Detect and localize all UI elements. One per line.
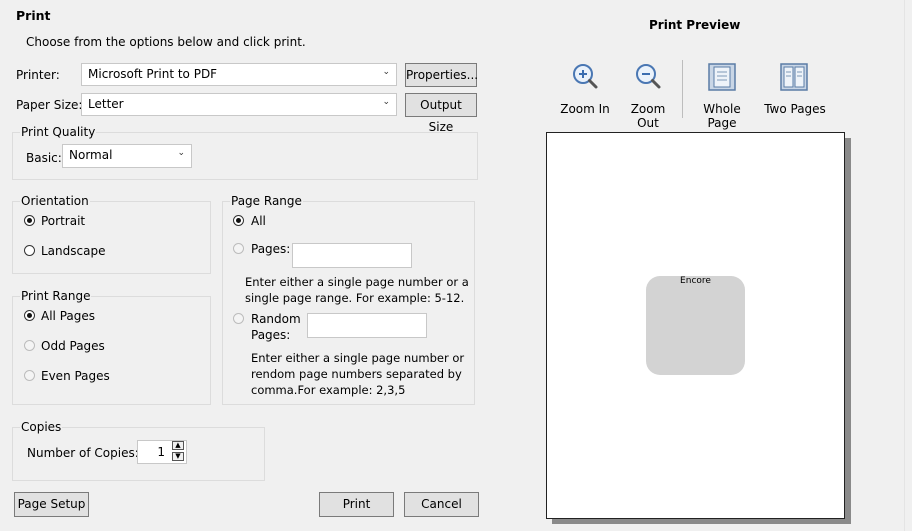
properties-button[interactable]: Properties...: [405, 63, 478, 87]
printer-value: Microsoft Print to PDF: [88, 67, 218, 81]
page-range-pages-label[interactable]: Pages:: [251, 242, 290, 256]
printer-select[interactable]: Microsoft Print to PDF ⌄: [81, 63, 397, 86]
landscape-radio[interactable]: [24, 245, 35, 256]
portrait-label[interactable]: Portrait: [41, 214, 85, 228]
page-range-title: Page Range: [230, 194, 303, 208]
window-edge: [904, 0, 912, 531]
page-range-pages-radio[interactable]: [233, 243, 244, 254]
random-pages-label-1[interactable]: Random: [251, 312, 301, 326]
cancel-button[interactable]: Cancel: [404, 492, 479, 517]
portrait-radio[interactable]: [24, 215, 35, 226]
two-pages-icon[interactable]: [779, 62, 809, 92]
spin-down-icon[interactable]: ▼: [172, 452, 184, 461]
random-hint-line-2: rendom page numbers separated by: [251, 367, 462, 381]
print-quality-title: Print Quality: [20, 125, 97, 139]
paper-size-select[interactable]: Letter ⌄: [81, 93, 397, 116]
zoom-out-label[interactable]: Zoom Out: [618, 102, 678, 130]
pages-hint-line-2: single page range. For example: 5-12.: [245, 291, 465, 305]
two-pages-label[interactable]: Two Pages: [762, 102, 828, 116]
quality-basic-label: Basic:: [26, 151, 62, 165]
random-hint-line-3: comma.For example: 2,3,5: [251, 383, 406, 397]
output-size-button[interactable]: Output Size: [405, 93, 477, 134]
printer-label: Printer:: [16, 68, 60, 82]
chevron-down-icon: ⌄: [382, 97, 390, 107]
page-setup-button[interactable]: Page Setup: [14, 492, 89, 517]
odd-pages-label[interactable]: Odd Pages: [41, 339, 105, 353]
chevron-down-icon: ⌄: [177, 148, 185, 158]
print-range-title: Print Range: [20, 289, 92, 303]
chevron-down-icon: ⌄: [382, 67, 390, 77]
orientation-title: Orientation: [20, 194, 90, 208]
print-button[interactable]: Print: [319, 492, 394, 517]
page-range-all-radio[interactable]: [233, 215, 244, 226]
random-pages-label-2[interactable]: Pages:: [251, 328, 290, 342]
pages-hint-line-1: Enter either a single page number or a: [245, 275, 469, 289]
toolbar-divider: [682, 60, 683, 118]
instructions-text: Choose from the options below and click …: [26, 35, 306, 49]
preview-shape-label: Encore: [680, 276, 711, 286]
copies-label: Number of Copies:: [27, 446, 139, 460]
all-pages-radio[interactable]: [24, 310, 35, 321]
random-pages-radio[interactable]: [233, 313, 244, 324]
copies-value: 1: [157, 445, 165, 459]
even-pages-label[interactable]: Even Pages: [41, 369, 110, 383]
landscape-label[interactable]: Landscape: [41, 244, 105, 258]
odd-pages-radio[interactable]: [24, 340, 35, 351]
zoom-in-icon[interactable]: [568, 62, 602, 92]
random-pages-input[interactable]: [307, 313, 427, 338]
whole-page-label[interactable]: Whole Page: [688, 102, 756, 130]
spin-up-icon[interactable]: ▲: [172, 441, 184, 450]
all-pages-label[interactable]: All Pages: [41, 309, 95, 323]
quality-select[interactable]: Normal ⌄: [62, 144, 192, 168]
preview-title: Print Preview: [649, 18, 741, 32]
zoom-out-icon[interactable]: [631, 62, 665, 92]
pages-input[interactable]: [292, 243, 412, 268]
paper-size-label: Paper Size:: [16, 98, 83, 112]
preview-shape: Encore: [646, 276, 745, 375]
page-range-all-label[interactable]: All: [251, 214, 266, 228]
quality-value: Normal: [69, 148, 113, 162]
dialog-title: Print: [16, 8, 51, 23]
zoom-in-label[interactable]: Zoom In: [558, 102, 612, 116]
paper-size-value: Letter: [88, 97, 124, 111]
even-pages-radio[interactable]: [24, 370, 35, 381]
random-hint-line-1: Enter either a single page number or: [251, 351, 465, 365]
copies-title: Copies: [20, 420, 63, 434]
whole-page-icon[interactable]: [707, 62, 737, 92]
orientation-group: [12, 201, 211, 274]
